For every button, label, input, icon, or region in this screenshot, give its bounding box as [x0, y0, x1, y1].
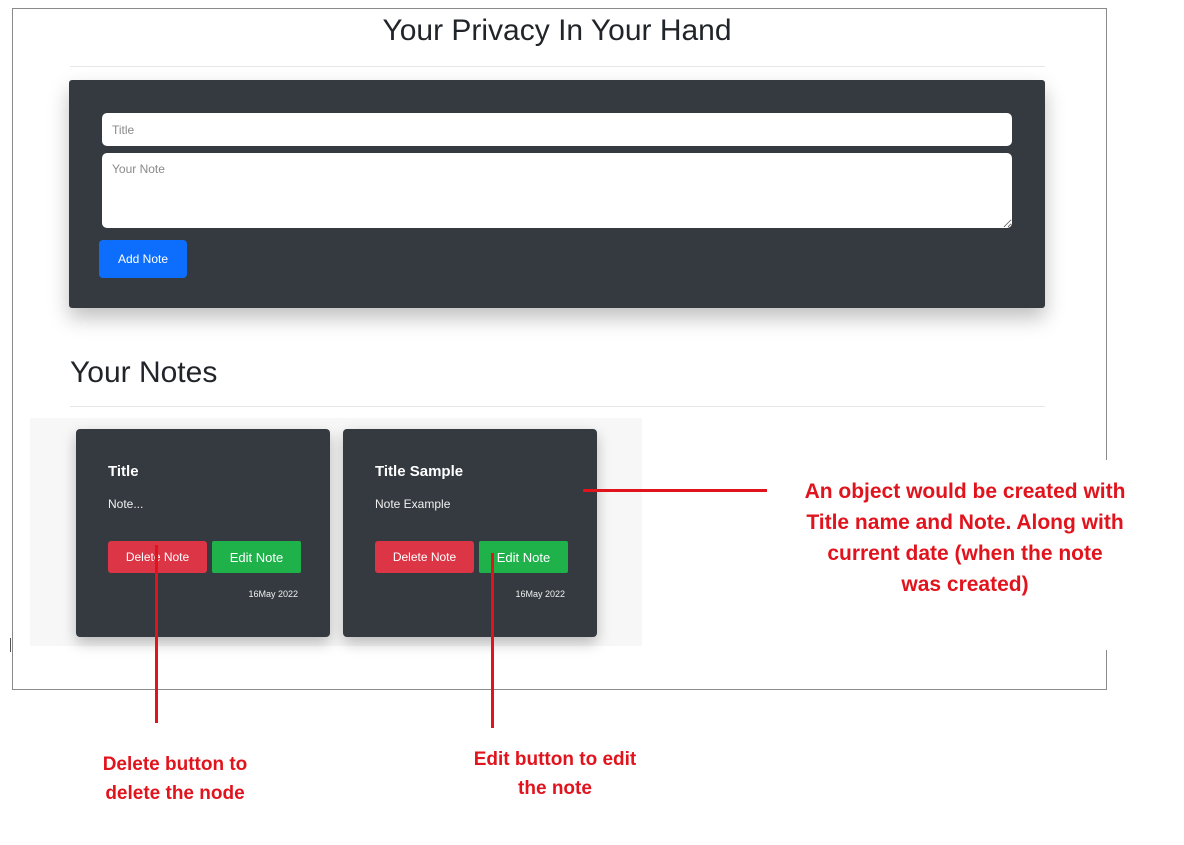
screenshot-frame-right-lower [1106, 650, 1107, 690]
page-title: Your Privacy In Your Hand [382, 14, 732, 47]
screenshot-frame-left [12, 8, 13, 689]
note-card-title: Title Sample [375, 463, 464, 480]
note-card-date: 16May 2022 [248, 589, 298, 599]
note-card-text: Note Example [375, 497, 451, 511]
delete-annotation: Delete button to delete the node [60, 750, 290, 808]
screenshot-frame-bottom [12, 689, 1107, 690]
edit-note-button[interactable]: Edit Note [212, 541, 301, 573]
frame-tick-mark [10, 638, 11, 652]
add-note-form: Add Note [69, 80, 1045, 308]
delete-note-button[interactable]: Delete Note [375, 541, 474, 573]
edit-annotation-line: Edit button to edit [473, 749, 637, 770]
title-input[interactable] [102, 113, 1012, 146]
delete-callout-line [155, 545, 158, 723]
object-annotation-line: An object would be created with [804, 480, 1126, 503]
object-annotation-line: was created) [901, 573, 1029, 596]
object-annotation: An object would be created with Title na… [745, 476, 1184, 600]
note-card: Title Note... Delete Note Edit Note 16Ma… [76, 429, 330, 637]
edit-annotation: Edit button to edit the note [430, 745, 680, 803]
note-card: Title Sample Note Example Delete Note Ed… [343, 429, 597, 637]
note-textarea[interactable] [102, 153, 1012, 228]
screenshot-frame-right [1106, 8, 1107, 460]
edit-callout-line [491, 553, 494, 728]
note-card-title: Title [108, 463, 139, 480]
screenshot-frame-top [12, 8, 1106, 9]
edit-annotation-line: the note [518, 778, 592, 799]
object-annotation-line: current date (when the note [827, 542, 1103, 565]
object-callout-line [583, 489, 767, 492]
note-card-date: 16May 2022 [515, 589, 565, 599]
note-card-text: Note... [108, 497, 144, 511]
title-divider [70, 66, 1045, 67]
add-note-button[interactable]: Add Note [99, 240, 187, 278]
delete-annotation-line: delete the node [105, 783, 245, 804]
delete-annotation-line: Delete button to [102, 754, 248, 775]
notes-divider [70, 406, 1045, 407]
notes-heading: Your Notes [70, 356, 218, 389]
object-annotation-line: Title name and Note. Along with [806, 511, 1124, 534]
